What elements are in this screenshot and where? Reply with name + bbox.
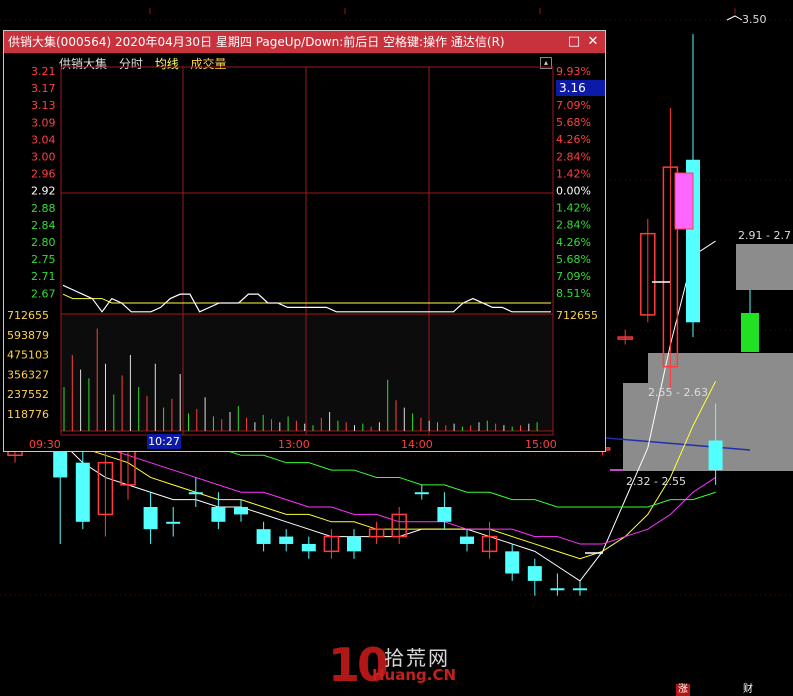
candle xyxy=(143,492,158,544)
volume-label-left: 118776 xyxy=(7,408,49,421)
candle xyxy=(550,573,565,596)
time-label: 13:00 xyxy=(278,438,310,451)
price-label-left: 2.84 xyxy=(31,219,56,232)
candle xyxy=(188,477,203,508)
price-label-left: 3.17 xyxy=(31,82,56,95)
candle-body xyxy=(211,507,226,522)
pct-label-right: 2.84% xyxy=(556,150,591,163)
candle-body xyxy=(53,447,68,478)
candle xyxy=(662,108,679,389)
candle xyxy=(414,484,429,500)
corner-label-cai[interactable]: 财 xyxy=(741,684,755,696)
kline-high-tag: 3.50 xyxy=(742,13,767,26)
kline-high-marker xyxy=(726,15,743,21)
price-label-left: 2.96 xyxy=(31,168,56,181)
candle-body xyxy=(527,566,542,581)
range-box-top xyxy=(736,244,793,290)
cursor-time-readout: 10:27 xyxy=(147,434,181,449)
pct-label-right: 4.26% xyxy=(556,133,591,146)
candle xyxy=(75,440,90,530)
candle xyxy=(391,507,407,544)
candle xyxy=(617,329,633,345)
candle xyxy=(323,529,340,559)
candle xyxy=(97,447,114,537)
corner-label-zhang[interactable]: 涨 xyxy=(676,684,690,696)
price-label-left: 3.09 xyxy=(31,116,56,129)
candle-body xyxy=(437,507,452,522)
intraday-popup-window[interactable]: 供销大集(000564) 2020年04月30日 星期四 PageUp/Down… xyxy=(3,30,606,452)
candle-body xyxy=(75,462,90,522)
candle xyxy=(234,499,248,522)
pct-label-right: 5.68% xyxy=(556,253,591,266)
intraday-chart: 3.21 3.17 3.13 3.09 3.04 3.00 2.96 2.92 2.88 2.84… xyxy=(7,65,598,451)
time-label: 15:00 xyxy=(525,438,557,451)
kline-range-top-tag: 2.91 - 2.7 xyxy=(738,229,791,242)
pct-label-right: 8.51% xyxy=(556,287,591,300)
candle-body xyxy=(573,588,587,591)
volume-label-left: 712655 xyxy=(7,309,49,322)
candle-body-green xyxy=(741,313,759,352)
candle-body xyxy=(347,536,361,552)
price-label-left: 2.88 xyxy=(31,202,56,215)
candle-body xyxy=(708,440,723,471)
candle-body xyxy=(414,492,429,495)
watermark-en: Huang.CN xyxy=(372,666,457,684)
cursor-price-readout: 3.16 xyxy=(556,80,605,96)
candle-body xyxy=(301,543,316,552)
volume-label-right: 712655 xyxy=(556,309,598,322)
time-label: 09:30 xyxy=(29,438,61,451)
pct-label-right: 5.68% xyxy=(556,116,591,129)
pct-label-right: 4.26% xyxy=(556,236,591,249)
pct-label-right: 0.00% xyxy=(556,185,591,198)
price-label-left: 2.75 xyxy=(31,253,56,266)
candle xyxy=(573,580,587,596)
candle xyxy=(640,218,656,323)
candle xyxy=(256,521,271,552)
candle xyxy=(301,536,316,559)
pct-label-right: 7.09% xyxy=(556,99,591,112)
volume-label-left: 475103 xyxy=(7,349,49,362)
candle-body xyxy=(188,492,203,495)
volume-label-left: 593879 xyxy=(7,329,49,342)
price-label-left: 2.67 xyxy=(31,287,56,300)
price-label-left: 3.00 xyxy=(31,151,56,164)
candle-body xyxy=(460,536,474,544)
candle-body xyxy=(505,551,520,574)
candle-body xyxy=(234,507,248,515)
price-label-left: 2.80 xyxy=(31,236,56,249)
time-label: 14:00 xyxy=(401,438,433,451)
kline-range-low-tag: 2.32 - 2.55 xyxy=(626,475,686,488)
candle xyxy=(347,529,361,559)
price-label-left: 3.21 xyxy=(31,65,56,78)
pct-label-right: 1.42% xyxy=(556,202,591,215)
intraday-price-line xyxy=(62,284,551,313)
pct-label-right: 2.84% xyxy=(556,219,591,232)
avg-price-line xyxy=(62,293,551,304)
pct-label-right: 9.93% xyxy=(556,65,591,78)
pct-label-right: 7.09% xyxy=(556,270,591,283)
candle-body xyxy=(166,521,181,524)
candle xyxy=(527,558,542,596)
candle xyxy=(368,521,385,544)
candle xyxy=(481,521,498,559)
candle-body xyxy=(143,507,158,530)
range-box-mid xyxy=(648,353,793,383)
candle-body-magenta xyxy=(674,172,694,230)
candle-body xyxy=(279,536,294,544)
candle xyxy=(460,529,474,552)
candle xyxy=(279,529,294,552)
price-label-left: 3.13 xyxy=(31,99,56,112)
candle xyxy=(505,543,520,581)
candle-body xyxy=(256,529,271,544)
pct-label-right: 1.42% xyxy=(556,167,591,180)
candle-body xyxy=(550,588,565,591)
price-label-left: 3.04 xyxy=(31,133,56,146)
price-label-left: 2.71 xyxy=(31,270,56,283)
price-label-left: 2.92 xyxy=(31,185,56,198)
candle xyxy=(166,507,181,537)
volume-panel xyxy=(61,314,553,431)
volume-label-left: 237552 xyxy=(7,388,49,401)
volume-label-left: 356327 xyxy=(7,368,49,381)
kline-range-mid-tag: 2.55 - 2.63 xyxy=(648,386,708,399)
